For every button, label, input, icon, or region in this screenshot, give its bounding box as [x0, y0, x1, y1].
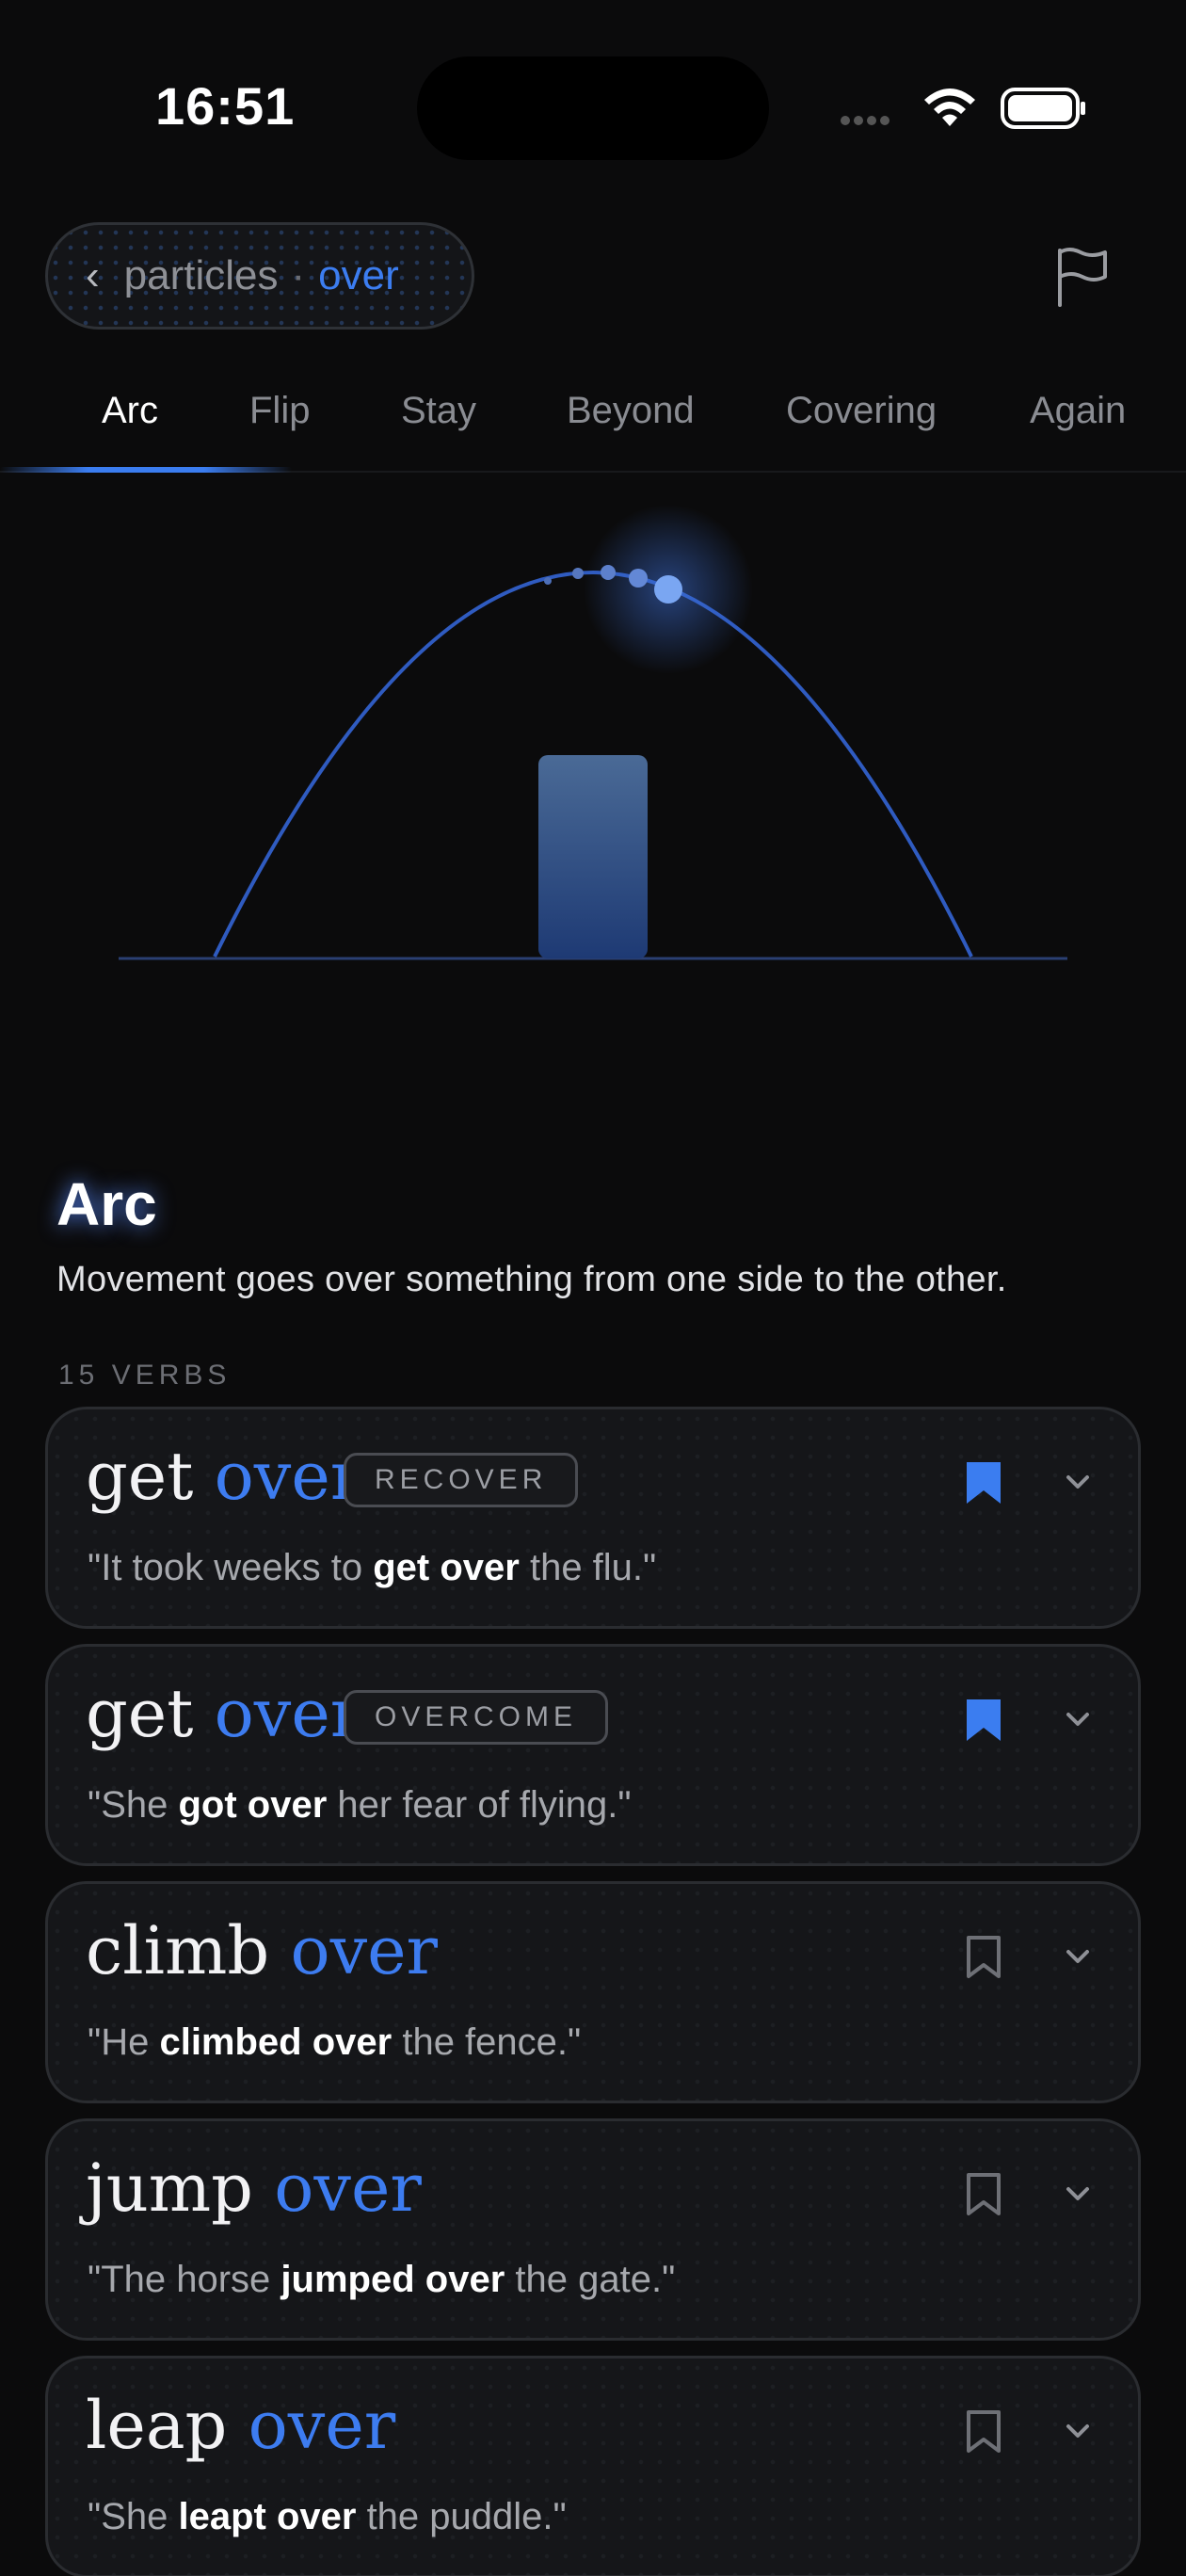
verb-title: leap over	[86, 2387, 396, 2464]
wifi-icon	[924, 89, 975, 126]
sense-badge: OVERCOME	[344, 1690, 609, 1745]
breadcrumb-back-button[interactable]: ‹ particles · over	[45, 222, 474, 330]
chevron-down-icon[interactable]	[1061, 1466, 1095, 1500]
trail-dot	[572, 568, 584, 579]
chevron-down-icon[interactable]	[1061, 1703, 1095, 1737]
bookmark-outline-icon[interactable]	[963, 2407, 1004, 2456]
tab-again[interactable]: Again	[1030, 390, 1126, 432]
bookmark-icon[interactable]	[963, 1458, 1004, 1507]
example-sentence: "She got over her fear of flying."	[88, 1784, 632, 1826]
section-title: Arc	[56, 1170, 157, 1238]
active-tab-indicator	[0, 467, 292, 473]
breadcrumb-separator: ·	[291, 252, 306, 298]
arc-illustration	[119, 505, 1067, 960]
tab-flip[interactable]: Flip	[249, 390, 310, 432]
chevron-down-icon[interactable]	[1061, 2178, 1095, 2212]
category-tabs: Arc Flip Stay Beyond Covering Again	[0, 377, 1186, 471]
verb-title: jump over	[86, 2149, 422, 2227]
example-sentence: "He climbed over the fence."	[88, 2021, 582, 2063]
cellular-signal-icon	[841, 113, 906, 126]
verb-count: 15 VERBS	[58, 1360, 232, 1391]
example-sentence: "It took weeks to get over the flu."	[88, 1547, 657, 1588]
verb-title: climb over	[86, 1912, 439, 1989]
example-sentence: "The horse jumped over the gate."	[88, 2259, 676, 2300]
tab-stay[interactable]: Stay	[401, 390, 476, 432]
chevron-down-icon[interactable]	[1061, 1940, 1095, 1974]
verb-card[interactable]: leap over "She leapt over the puddle."	[45, 2356, 1141, 2576]
sense-badge: RECOVER	[344, 1453, 579, 1507]
battery-icon	[1001, 88, 1085, 129]
verb-card[interactable]: get over OVERCOME "She got over her fear…	[45, 1644, 1141, 1866]
trail-dot	[544, 577, 552, 585]
bookmark-icon[interactable]	[963, 1696, 1004, 1745]
tab-beyond[interactable]: Beyond	[567, 390, 695, 432]
section-description: Movement goes over something from one si…	[56, 1260, 1007, 1299]
verb-card[interactable]: climb over "He climbed over the fence."	[45, 1881, 1141, 2103]
verb-card[interactable]: get over RECOVER "It took weeks to get o…	[45, 1407, 1141, 1629]
status-time: 16:51	[155, 76, 296, 136]
trail-dot	[601, 565, 616, 580]
obstacle-block	[538, 755, 648, 958]
bookmark-outline-icon[interactable]	[963, 1933, 1004, 1982]
back-chevron-icon: ‹	[86, 252, 100, 298]
tab-covering[interactable]: Covering	[786, 390, 937, 432]
verb-title: get over	[86, 1675, 362, 1752]
example-sentence: "She leapt over the puddle."	[88, 2496, 567, 2537]
breadcrumb-parent: particles	[123, 252, 279, 298]
verb-card[interactable]: jump over "The horse jumped over the gat…	[45, 2118, 1141, 2341]
trail-dot	[629, 569, 648, 588]
breadcrumb-current: over	[318, 252, 399, 298]
dynamic-island	[417, 56, 769, 160]
tab-arc[interactable]: Arc	[102, 390, 158, 432]
flag-icon[interactable]	[1054, 245, 1111, 307]
bookmark-outline-icon[interactable]	[963, 2170, 1004, 2219]
chevron-down-icon[interactable]	[1061, 2415, 1095, 2449]
moving-ball	[654, 575, 682, 604]
verb-title: get over	[86, 1438, 362, 1515]
